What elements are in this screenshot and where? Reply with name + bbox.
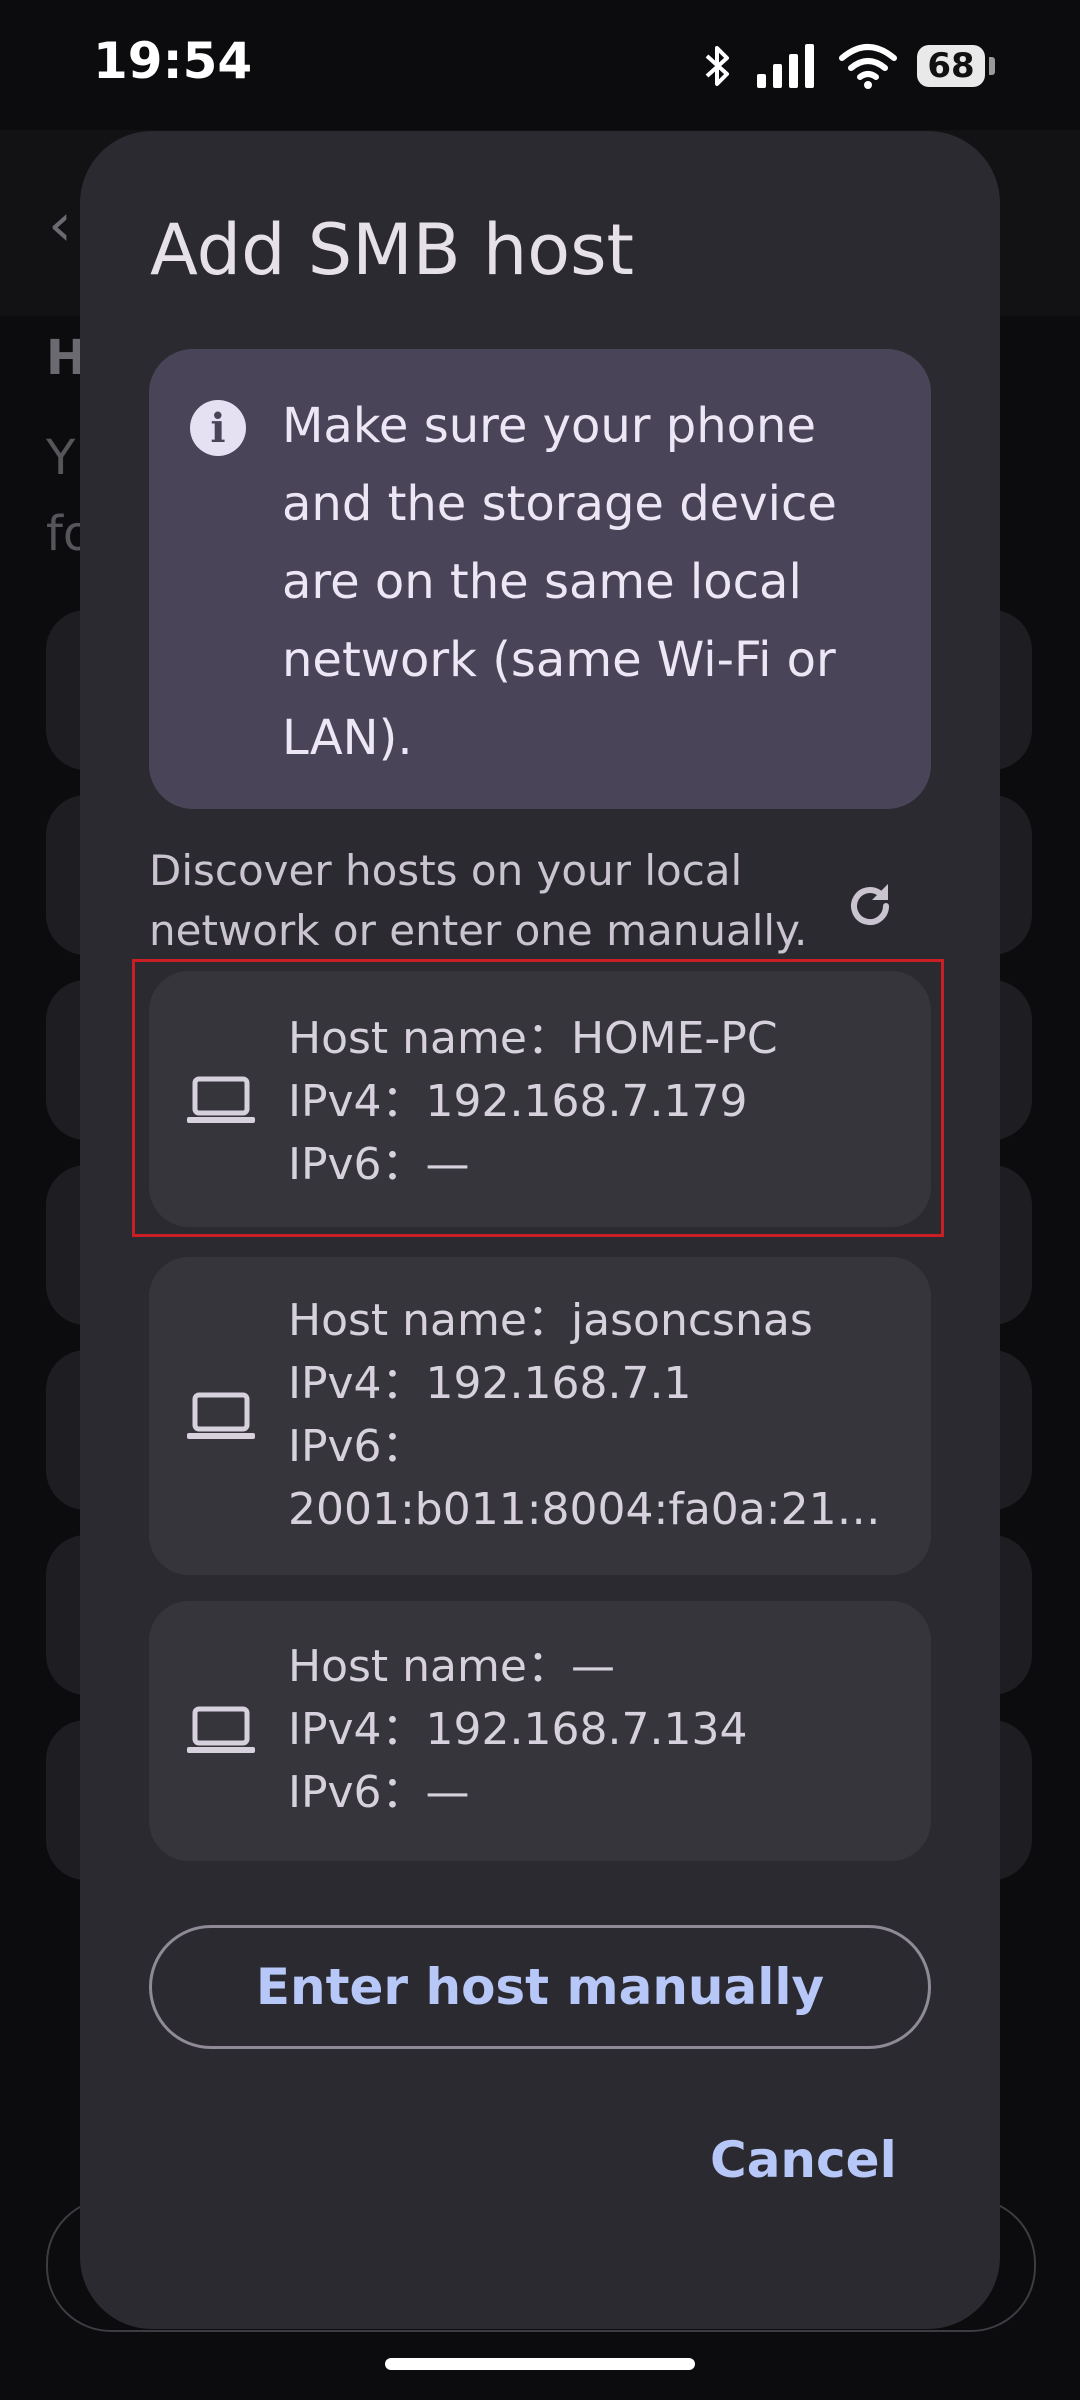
battery-icon: 68 xyxy=(917,45,995,87)
enter-host-manually-button[interactable]: Enter host manually xyxy=(149,1925,931,2049)
status-icons: 68 xyxy=(701,38,995,94)
host-item[interactable]: Host name：— IPv4：192.168.7.134 IPv6：— xyxy=(149,1601,931,1861)
info-text: Make sure your phone and the storage dev… xyxy=(282,398,837,766)
host-details: Host name：jasoncsnas IPv4：192.168.7.1 IP… xyxy=(288,1289,908,1541)
selection-highlight xyxy=(132,959,944,1237)
host-ipv6: 2001:b011:8004:fa0a:211:… xyxy=(288,1484,908,1535)
wifi-icon xyxy=(839,44,897,89)
host-details: Host name：— IPv4：192.168.7.134 IPv6：— xyxy=(288,1635,908,1824)
refresh-icon xyxy=(851,884,889,925)
status-bar: 19:54 68 xyxy=(0,0,1080,130)
info-icon: i xyxy=(190,400,246,456)
dialog-title: Add SMB host xyxy=(150,209,634,291)
host-name: Host name：— xyxy=(288,1641,615,1692)
discover-hint: Discover hosts on your local network or … xyxy=(149,846,808,955)
host-ipv6-label: IPv6： xyxy=(288,1421,426,1472)
status-time: 19:54 xyxy=(93,32,253,90)
back-arrow-icon: ‹ xyxy=(48,190,72,260)
add-smb-host-dialog: Add SMB host i Make sure your phone and … xyxy=(80,131,1000,2329)
laptop-icon xyxy=(187,1706,255,1753)
laptop-icon xyxy=(187,1392,255,1439)
host-ipv6: IPv6：— xyxy=(288,1767,470,1818)
host-ipv4: IPv4：192.168.7.1 xyxy=(288,1358,692,1409)
battery-level: 68 xyxy=(927,46,975,86)
signal-icon xyxy=(757,44,814,88)
host-ipv4: IPv4：192.168.7.134 xyxy=(288,1704,748,1755)
bluetooth-icon xyxy=(705,46,729,86)
info-banner: i Make sure your phone and the storage d… xyxy=(149,349,931,809)
refresh-button[interactable] xyxy=(830,866,910,946)
cancel-button[interactable]: Cancel xyxy=(710,2131,897,2189)
home-indicator[interactable] xyxy=(385,2358,695,2370)
host-item[interactable]: Host name：jasoncsnas IPv4：192.168.7.1 IP… xyxy=(149,1257,931,1575)
host-name: Host name：jasoncsnas xyxy=(288,1295,813,1346)
